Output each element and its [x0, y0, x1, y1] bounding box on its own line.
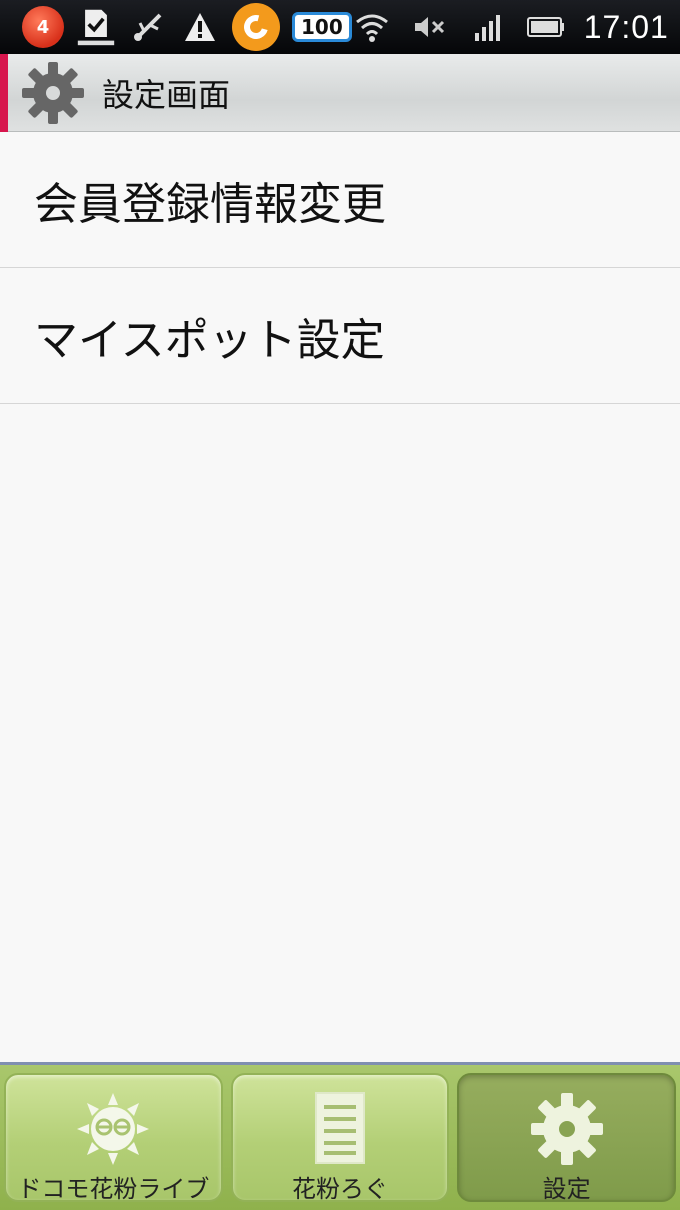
battery-icon: [526, 7, 566, 47]
warning-icon: [180, 7, 220, 47]
gear-icon: [527, 1089, 607, 1169]
gear-icon: [18, 58, 88, 128]
battery-level: 100: [301, 15, 343, 39]
sun-face-icon: [71, 1089, 155, 1169]
tab-label: ドコモ花粉ライブ: [17, 1175, 210, 1203]
usb-icon: [128, 7, 168, 47]
notification-count: 4: [36, 16, 50, 38]
menu-item-label: マイスポット設定: [34, 314, 385, 366]
menu-item-member-info[interactable]: 会員登録情報変更: [0, 132, 680, 268]
settings-list: 会員登録情報変更 マイスポット設定: [0, 132, 680, 404]
page-title: 設定画面: [102, 75, 231, 114]
menu-item-label: 会員登録情報変更: [34, 178, 386, 230]
status-bar: 4 100 17:01: [0, 0, 680, 54]
title-bar: 設定画面: [0, 53, 680, 132]
mute-icon: [410, 7, 450, 47]
tab-label: 設定: [542, 1175, 591, 1203]
menu-item-myspot[interactable]: マイスポット設定: [0, 268, 680, 404]
status-clock: 17:01: [583, 8, 669, 45]
notification-bubble-icon[interactable]: 4: [16, 6, 64, 48]
title-accent-stripe: [0, 53, 8, 132]
tab-docomo-pollen-live[interactable]: ドコモ花粉ライブ: [4, 1073, 223, 1203]
document-list-icon: [310, 1089, 370, 1169]
battery-badge-icon: 100: [292, 12, 352, 42]
tab-pollen-log[interactable]: 花粉ろぐ: [230, 1073, 450, 1203]
download-complete-icon: [76, 7, 116, 47]
tab-settings[interactable]: 設定: [457, 1073, 677, 1203]
wifi-icon: [352, 7, 392, 47]
signal-icon: [468, 7, 508, 47]
tab-label: 花粉ろぐ: [292, 1175, 388, 1203]
orange-app-icon: [232, 3, 280, 51]
bottom-tab-bar: ドコモ花粉ライブ 花粉ろぐ 設定: [0, 1062, 680, 1210]
